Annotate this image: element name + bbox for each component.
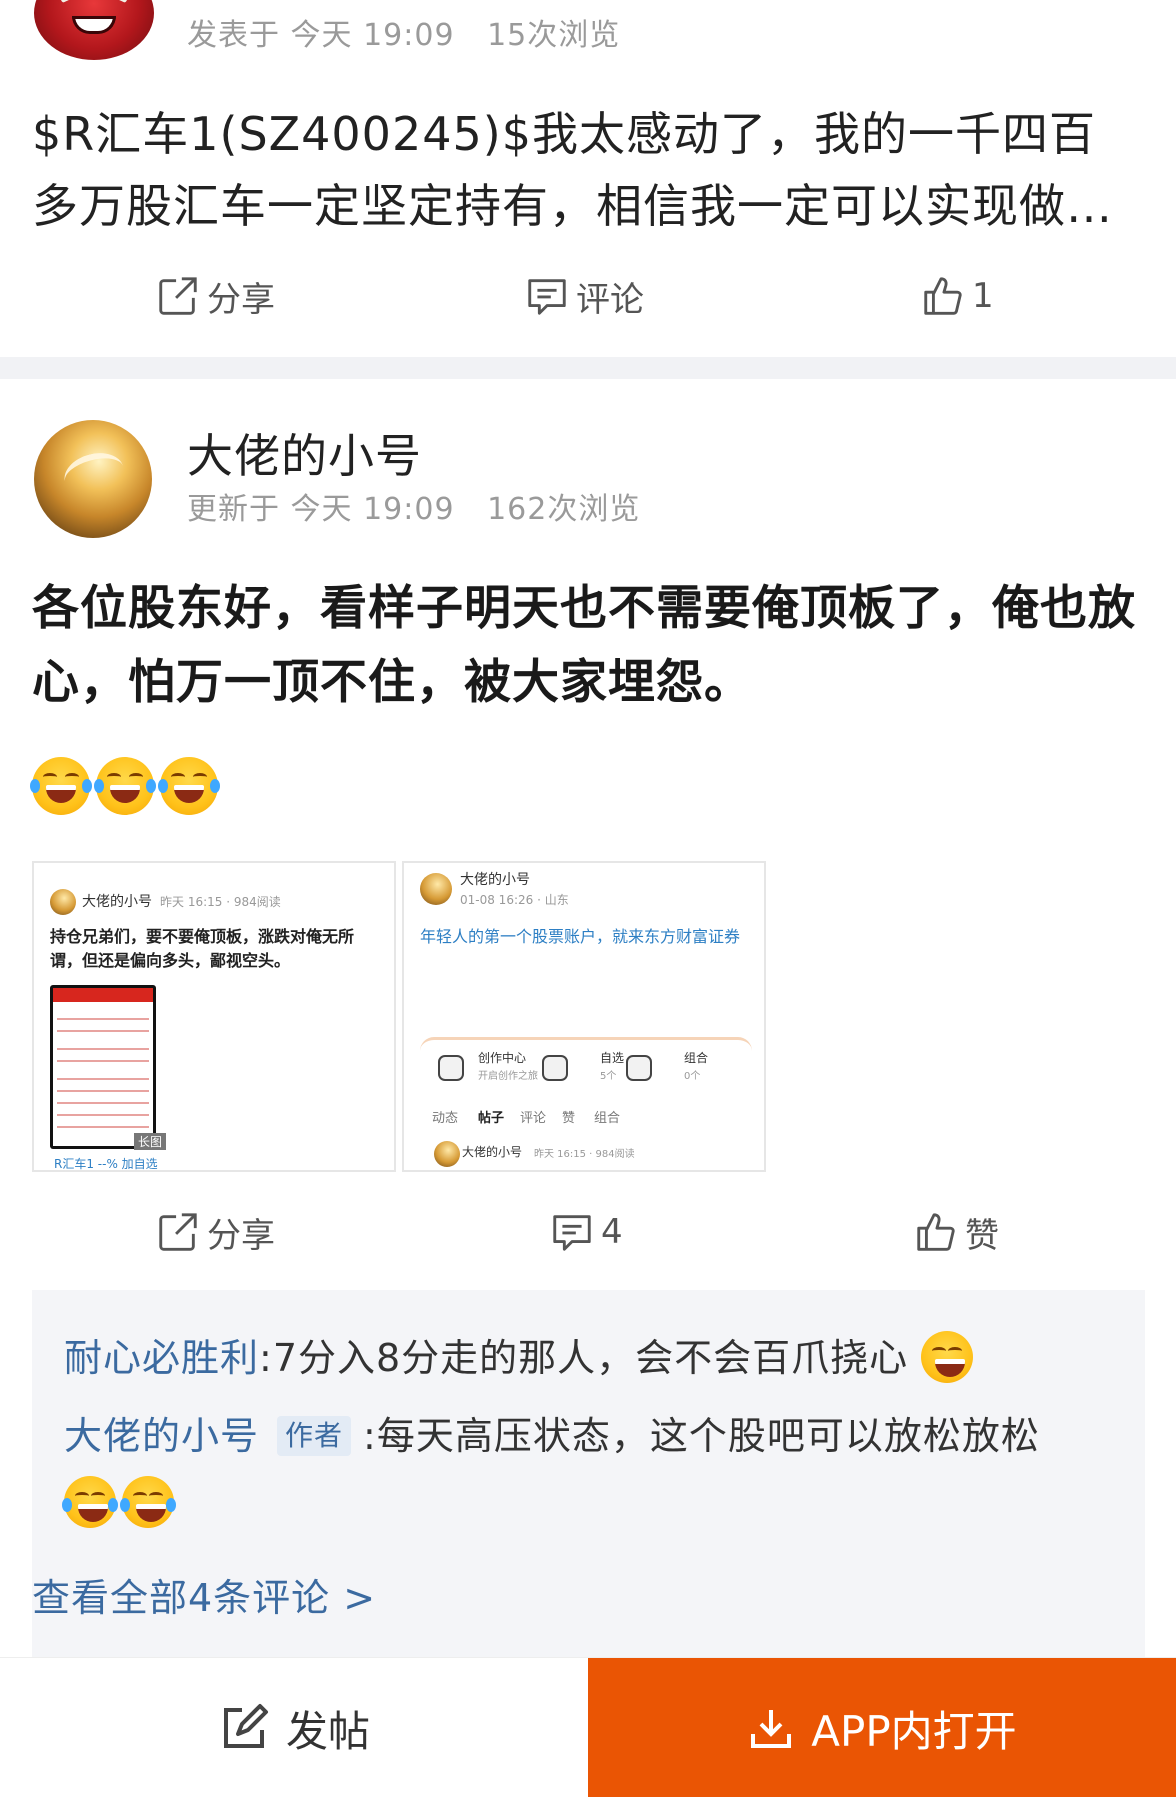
avatar[interactable] xyxy=(34,0,154,60)
thumb-author: 大佬的小号 xyxy=(82,894,152,910)
card-title: 自选 xyxy=(600,1051,625,1065)
view-count: 15次浏览 xyxy=(487,18,621,53)
avatar[interactable] xyxy=(34,420,152,538)
laughing-emoji xyxy=(921,1330,974,1383)
like-label: 赞 xyxy=(965,1215,999,1256)
create-icon xyxy=(438,1055,464,1081)
card-sub: 5个 xyxy=(600,1071,617,1082)
post-time: 发表于 今天 19:09 xyxy=(187,18,455,53)
tab-likes: 赞 xyxy=(562,1111,576,1126)
post-actions: 分享 评论 1 xyxy=(0,266,1176,326)
open-in-app-button[interactable]: APP内打开 xyxy=(588,1658,1176,1797)
laughing-crying-emoji xyxy=(30,757,92,815)
share-label: 分享 xyxy=(207,1215,275,1256)
thumb-footer-meta: 昨天 16:15 · 984阅读 xyxy=(534,1149,635,1160)
new-post-label: 发帖 xyxy=(285,1706,370,1756)
tab-dynamic: 动态 xyxy=(432,1111,459,1126)
thumb-meta: 01-08 16:26 · 山东 xyxy=(460,893,569,907)
comment-text: :每天高压状态，这个股吧可以放松放松 xyxy=(363,1414,1040,1458)
view-count: 162次浏览 xyxy=(487,492,641,527)
comment-icon xyxy=(553,1215,591,1251)
comment-label: 评论 xyxy=(576,279,644,320)
share-button[interactable]: 分享 xyxy=(155,266,275,326)
image-thumbnail-2[interactable]: 大佬的小号 01-08 16:26 · 山东 年轻人的第一个股票账户，就来东方财… xyxy=(402,861,766,1172)
thumbs-up-icon xyxy=(917,1213,955,1251)
profile-card xyxy=(420,1037,752,1097)
share-button[interactable]: 分享 xyxy=(155,1202,275,1262)
post-actions: 分享 4 赞 xyxy=(0,1202,1176,1262)
edit-icon xyxy=(223,1704,268,1748)
comment-button[interactable]: 评论 xyxy=(524,266,644,326)
tab-portfolio: 组合 xyxy=(594,1111,621,1126)
commenter-name[interactable]: 大佬的小号 xyxy=(64,1414,259,1458)
portfolio-icon xyxy=(626,1055,652,1081)
share-icon xyxy=(159,277,197,315)
bull-horn-right xyxy=(107,0,137,4)
comment-icon xyxy=(528,279,566,315)
crane-image xyxy=(59,446,129,502)
comment-button[interactable]: 4 xyxy=(549,1202,623,1262)
thumbs-up-icon xyxy=(924,277,962,315)
share-label: 分享 xyxy=(207,279,275,320)
card-sub: 0个 xyxy=(684,1071,701,1082)
post-card-1: 发表于 今天 19:09 15次浏览 $R汇车1(SZ400245)$我太感动了… xyxy=(0,0,1176,357)
commenter-name[interactable]: 耐心必胜利 xyxy=(64,1336,259,1380)
comment-item[interactable]: 大佬的小号 作者 :每天高压状态，这个股吧可以放松放松 xyxy=(64,1408,1040,1464)
open-in-app-label: APP内打开 xyxy=(811,1706,1017,1756)
post-content[interactable]: 各位股东好，看样子明天也不需要俺顶板了，俺也放心，怕万一顶不住，被大家埋怨。 xyxy=(32,572,1147,720)
image-gallery: 大佬的小号 昨天 16:15 · 984阅读 持仓兄弟们，要不要俺顶板，涨跌对俺… xyxy=(32,861,772,1172)
new-post-button[interactable]: 发帖 xyxy=(0,1658,588,1797)
laughing-crying-emoji xyxy=(158,757,220,815)
bull-mouth xyxy=(72,16,116,34)
check-icon xyxy=(542,1055,568,1081)
share-icon xyxy=(159,1213,197,1251)
long-image-badge: 长图 xyxy=(134,1133,167,1150)
view-all-comments-link[interactable]: 查看全部4条评论 > xyxy=(32,1567,376,1622)
like-button[interactable]: 1 xyxy=(920,266,994,326)
thumb-footer: R汇车1 --% 加自选 xyxy=(54,1157,158,1171)
author-name[interactable]: 大佬的小号 xyxy=(187,420,422,486)
avatar xyxy=(420,873,452,905)
thumb-text: 年轻人的第一个股票账户，就来东方财富证券 xyxy=(420,927,741,946)
tab-comments: 评论 xyxy=(520,1111,547,1126)
like-count: 1 xyxy=(972,276,994,316)
bull-horn-left xyxy=(51,0,81,4)
comment-item[interactable]: 耐心必胜利:7分入8分走的那人，会不会百爪挠心 xyxy=(64,1330,974,1387)
card-title: 组合 xyxy=(684,1051,709,1065)
thumb-footer-name: 大佬的小号 xyxy=(462,1145,523,1159)
tab-posts: 帖子 xyxy=(478,1111,505,1126)
post-meta: 发表于 今天 19:09 15次浏览 xyxy=(187,10,642,54)
screenshot-preview xyxy=(50,985,156,1149)
laughing-crying-emoji xyxy=(94,757,156,815)
comment-text: :7分入8分走的那人，会不会百爪挠心 xyxy=(259,1336,909,1380)
emoji-row xyxy=(30,757,224,815)
comment-emoji-line xyxy=(62,1476,176,1532)
like-button[interactable]: 赞 xyxy=(913,1202,999,1262)
download-icon xyxy=(751,1710,792,1748)
card-title: 创作中心 xyxy=(478,1051,527,1065)
thumb-text: 持仓兄弟们，要不要俺顶板，涨跌对俺无所谓，但还是偏向多头，鄙视空头。 xyxy=(50,927,355,970)
post-time: 更新于 今天 19:09 xyxy=(187,492,455,527)
image-thumbnail-1[interactable]: 大佬的小号 昨天 16:15 · 984阅读 持仓兄弟们，要不要俺顶板，涨跌对俺… xyxy=(32,861,396,1172)
post-meta: 更新于 今天 19:09 162次浏览 xyxy=(187,484,662,528)
laughing-crying-emoji xyxy=(62,1476,118,1528)
avatar xyxy=(50,889,76,915)
thumb-meta: 昨天 16:15 · 984阅读 xyxy=(160,895,281,909)
post-content[interactable]: $R汇车1(SZ400245)$我太感动了，我的一千四百多万股汇车一定坚定持有，… xyxy=(32,98,1142,242)
card-sub: 开启创作之旅 xyxy=(478,1071,538,1082)
post-divider xyxy=(0,357,1176,379)
bottom-bar: 发帖 APP内打开 xyxy=(0,1657,1176,1797)
avatar xyxy=(434,1141,460,1167)
laughing-crying-emoji xyxy=(120,1476,176,1528)
comment-count: 4 xyxy=(601,1212,623,1252)
thumb-author: 大佬的小号 xyxy=(460,872,530,888)
author-badge: 作者 xyxy=(277,1415,352,1456)
